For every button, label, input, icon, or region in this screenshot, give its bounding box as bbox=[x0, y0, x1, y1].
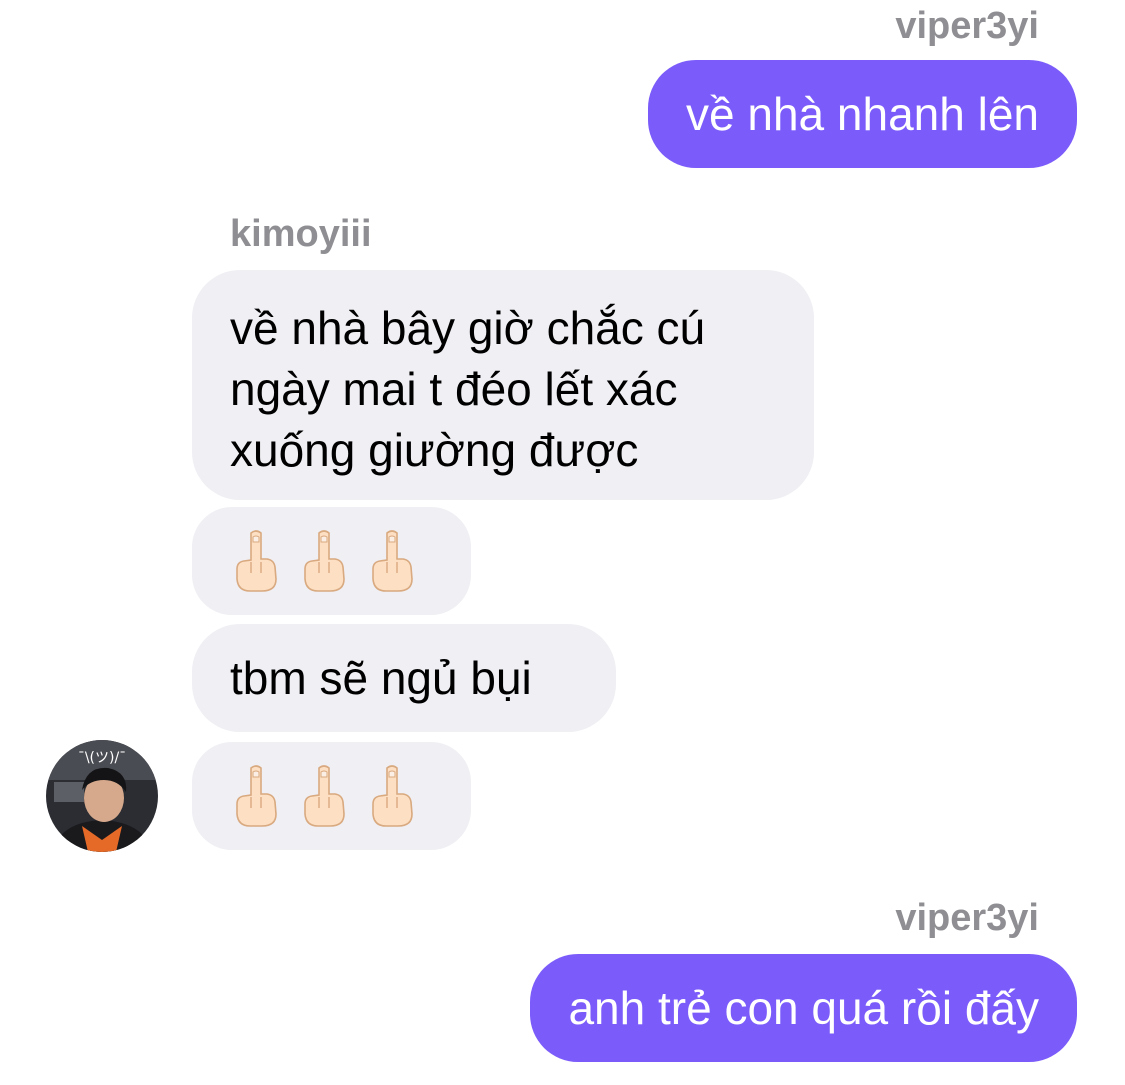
user-avatar[interactable]: ¯\(ツ)/¯ bbox=[46, 740, 158, 852]
middle-finger-emoji-icon bbox=[300, 764, 348, 828]
middle-finger-emoji-icon bbox=[232, 764, 280, 828]
middle-finger-emoji-icon bbox=[232, 529, 280, 593]
message-bubble-outgoing[interactable]: về nhà nhanh lên bbox=[648, 60, 1077, 168]
sender-name-kimoyiii: kimoyiii bbox=[230, 213, 372, 255]
middle-finger-emoji-icon bbox=[300, 529, 348, 593]
message-bubble-incoming[interactable]: về nhà bây giờ chắc cú ngày mai t đéo lế… bbox=[192, 270, 814, 500]
emoji-message-bubble[interactable] bbox=[192, 507, 471, 615]
message-bubble-outgoing[interactable]: anh trẻ con quá rồi đấy bbox=[530, 954, 1077, 1062]
svg-text:¯\(ツ)/¯: ¯\(ツ)/¯ bbox=[78, 750, 126, 766]
avatar-photo-icon: ¯\(ツ)/¯ bbox=[46, 740, 158, 852]
sender-name-viper3yi: viper3yi bbox=[895, 5, 1039, 47]
middle-finger-emoji-icon bbox=[368, 764, 416, 828]
sender-name-viper3yi: viper3yi bbox=[895, 897, 1039, 939]
emoji-message-bubble[interactable] bbox=[192, 742, 471, 850]
middle-finger-emoji-icon bbox=[368, 529, 416, 593]
message-bubble-incoming[interactable]: tbm sẽ ngủ bụi bbox=[192, 624, 616, 732]
